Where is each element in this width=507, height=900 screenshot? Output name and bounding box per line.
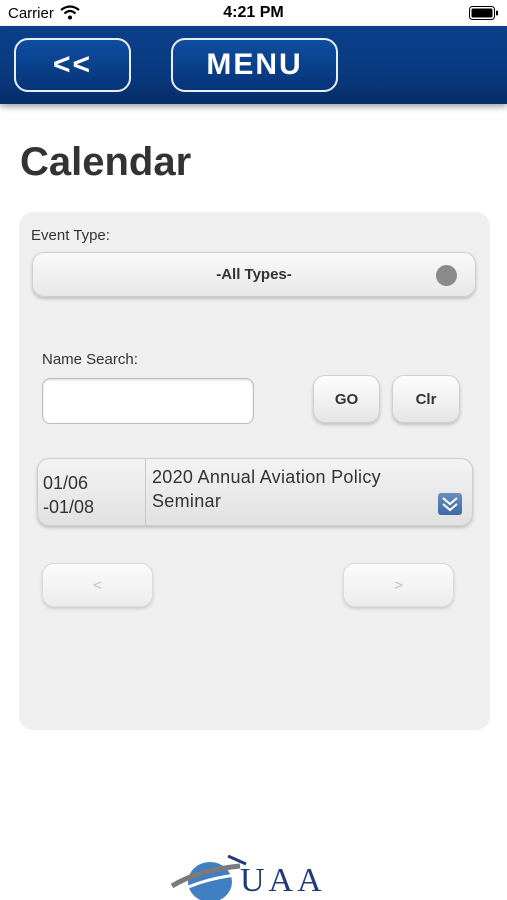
page-title: Calendar	[20, 140, 192, 184]
nav-bar: << MENU	[0, 26, 507, 104]
menu-button[interactable]: MENU	[171, 38, 338, 92]
event-date-end: -01/08	[43, 497, 95, 517]
name-search-input[interactable]	[42, 378, 254, 424]
clear-button[interactable]: Clr	[392, 375, 460, 423]
go-button[interactable]: GO	[313, 375, 380, 423]
previous-page-button[interactable]: <	[42, 563, 153, 607]
status-bar: Carrier 4:21 PM	[0, 0, 507, 26]
select-indicator-icon	[436, 265, 457, 286]
event-date-start: 01/06	[43, 473, 89, 493]
logo-text: UAA	[240, 862, 326, 899]
event-dates: 01/06 -01/08	[38, 459, 146, 525]
uaa-logo: UAA	[168, 852, 338, 900]
event-list-item[interactable]: 01/06 -01/08 2020 Annual Aviation Policy…	[37, 458, 473, 526]
calendar-panel: Event Type: -All Types- Name Search: GO …	[19, 212, 490, 730]
event-type-value: -All Types-	[216, 266, 292, 283]
name-search-label: Name Search:	[42, 351, 138, 368]
event-type-select[interactable]: -All Types-	[32, 252, 476, 297]
event-type-label: Event Type:	[31, 227, 110, 244]
next-page-button[interactable]: >	[343, 563, 454, 607]
globe-swoosh-icon	[170, 854, 247, 900]
status-time: 4:21 PM	[223, 4, 284, 21]
chevron-down-icon[interactable]	[438, 493, 462, 515]
event-title: 2020 Annual Aviation Policy Seminar	[152, 467, 381, 511]
battery-icon	[469, 6, 499, 25]
back-button[interactable]: <<	[14, 38, 131, 92]
